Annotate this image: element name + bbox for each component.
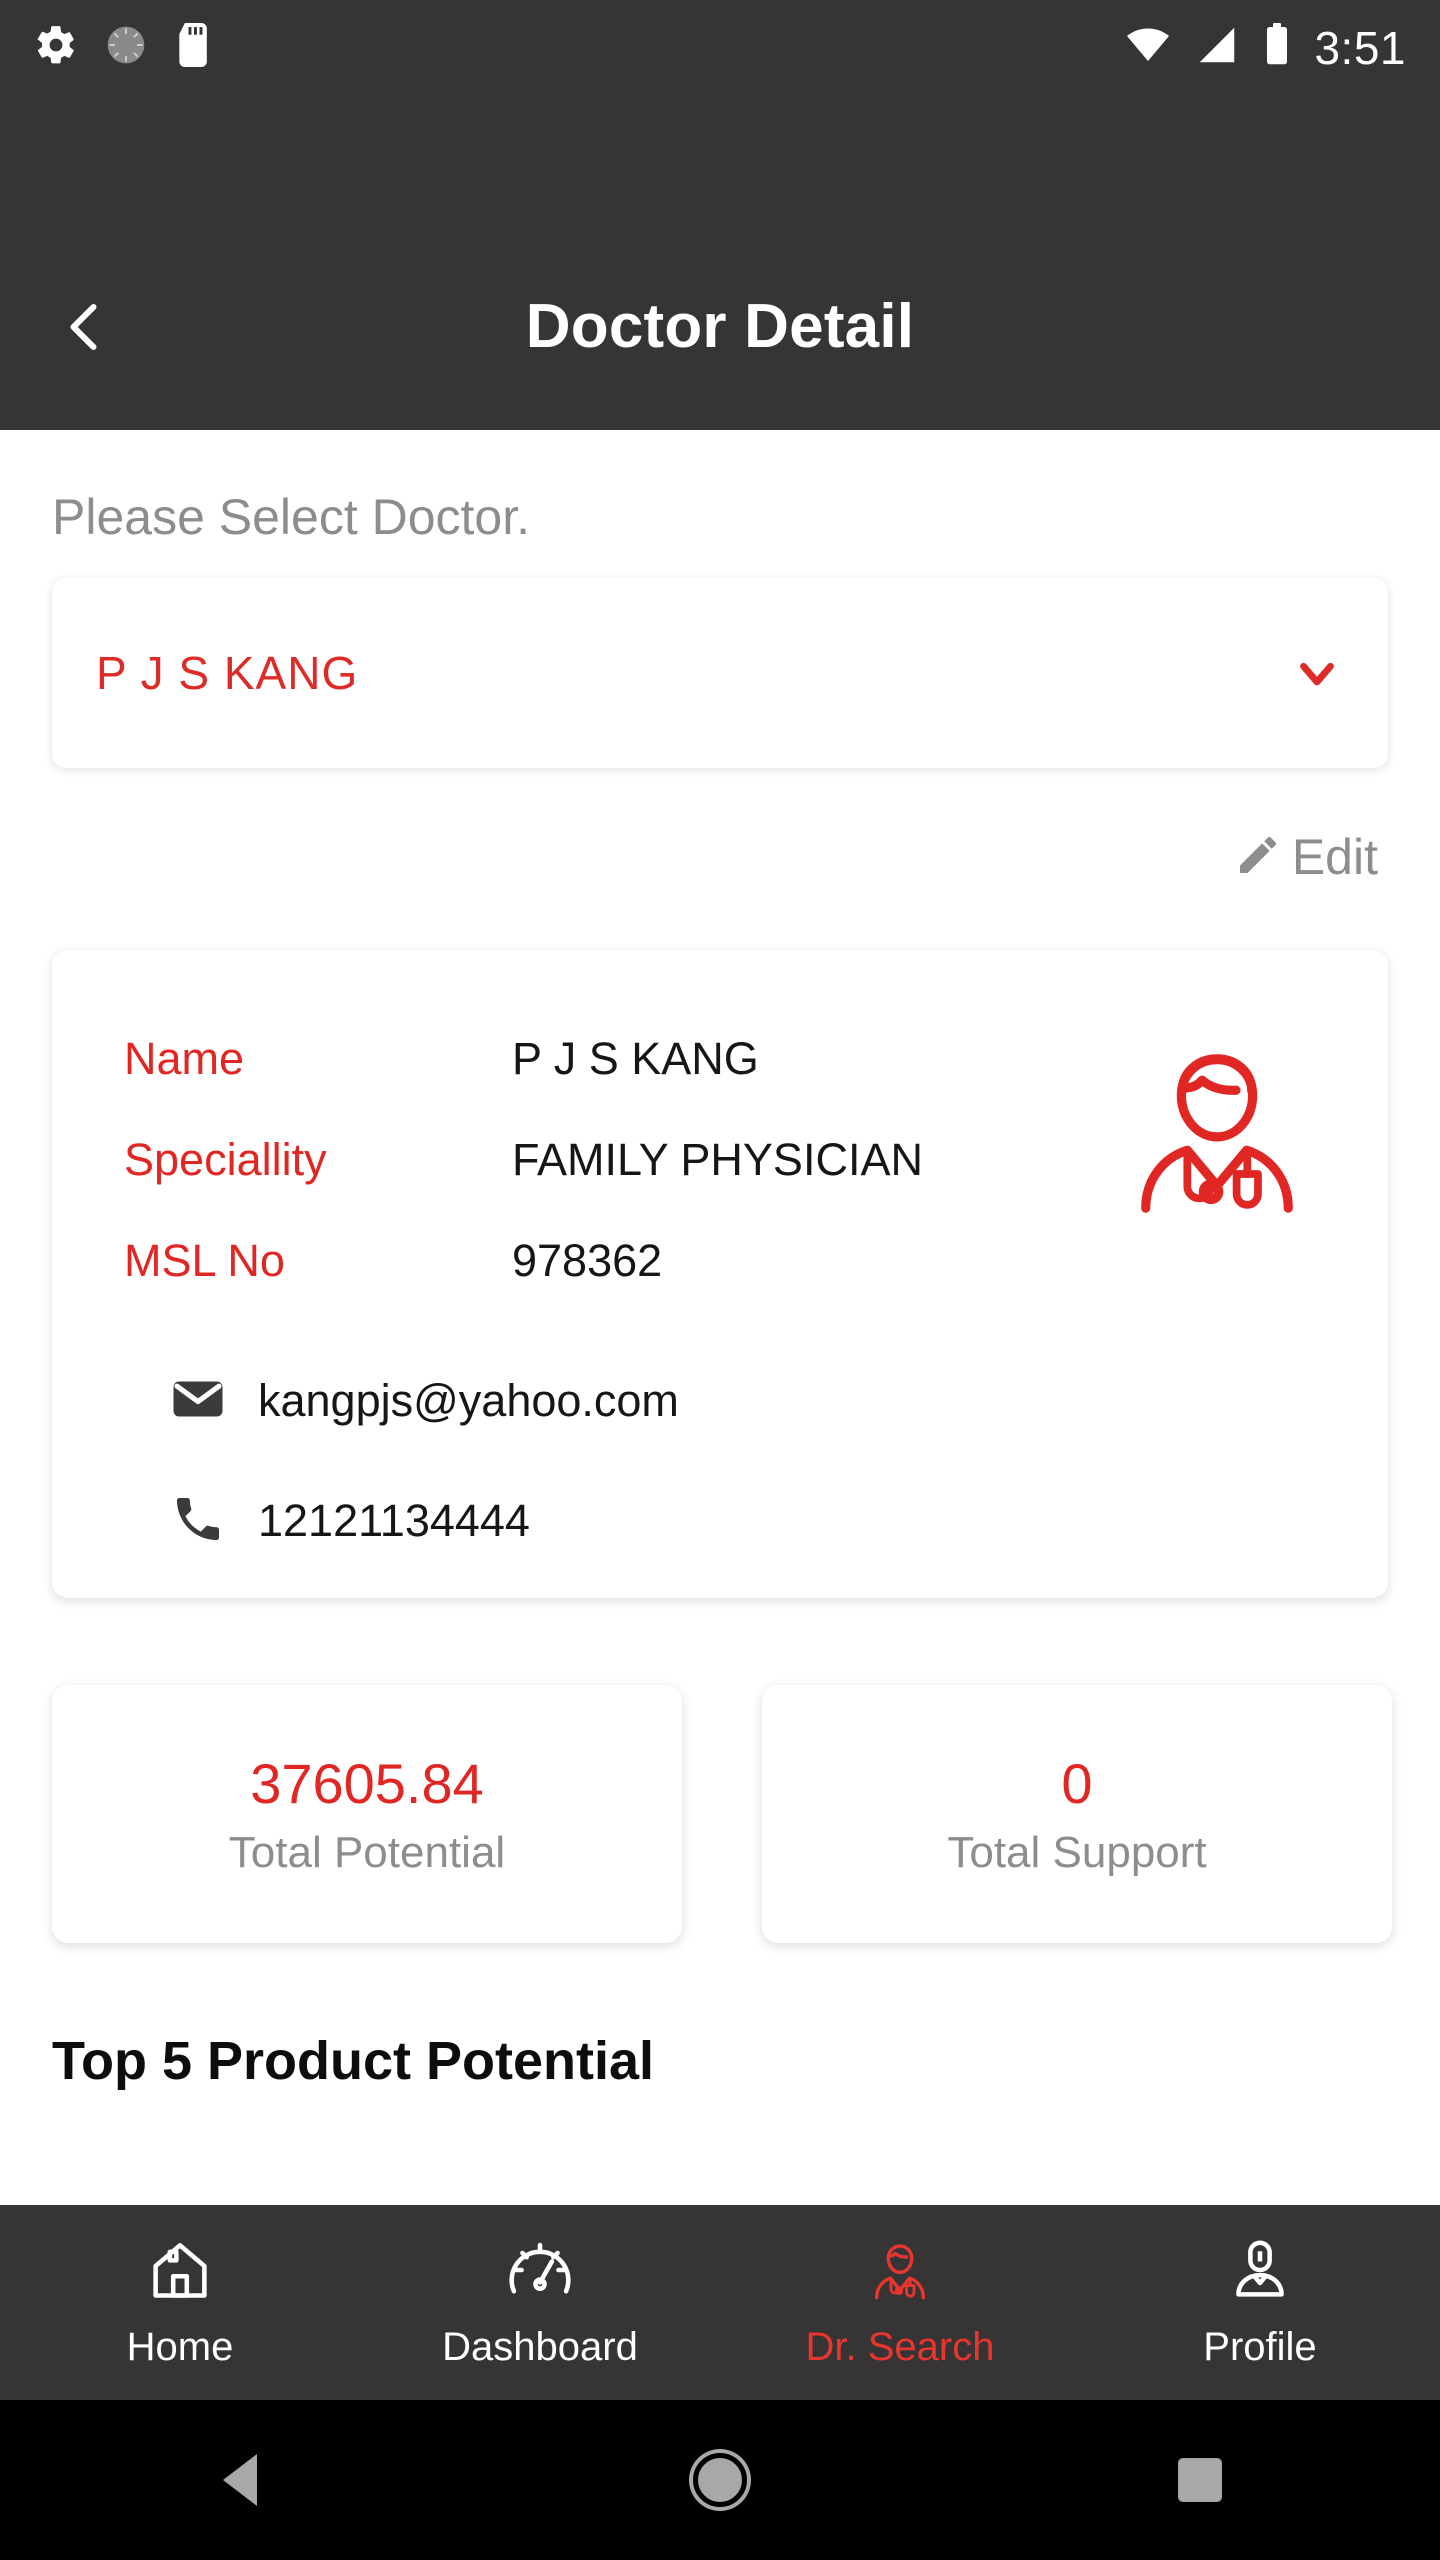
sync-progress-icon (104, 23, 148, 72)
edit-button-label: Edit (1291, 829, 1378, 885)
select-doctor-label: Please Select Doctor. (52, 489, 531, 545)
doctor-phone-row[interactable]: 12121134444 (52, 1461, 1388, 1581)
info-value: FAMILY PHYSICIAN (512, 1133, 923, 1185)
stat-card-total-potential[interactable]: 37605.84 Total Potential (52, 1685, 682, 1943)
android-recents-button[interactable] (960, 2458, 1440, 2502)
speedometer-icon (506, 2236, 574, 2309)
chevron-down-icon (1290, 646, 1344, 700)
wifi-icon (1124, 21, 1172, 74)
page-title: Doctor Detail (525, 292, 915, 361)
stat-card-total-support[interactable]: 0 Total Support (762, 1685, 1392, 1943)
person-icon (1226, 2236, 1294, 2309)
android-back-button[interactable] (0, 2454, 480, 2506)
pencil-icon (1234, 831, 1282, 884)
android-system-nav (0, 2400, 1440, 2560)
phone-icon (170, 1491, 226, 1552)
battery-icon (1262, 21, 1292, 74)
info-key: Speciallity (124, 1133, 327, 1185)
home-circle-icon (693, 2453, 747, 2507)
nav-item-label: Dr. Search (805, 2324, 995, 2369)
doctor-info-card: Name P J S KANG Speciallity FAMILY PHYSI… (52, 950, 1388, 1598)
doctor-select-dropdown[interactable]: P J S KANG (52, 578, 1388, 768)
stat-value: 37605.84 (250, 1751, 484, 1815)
nav-item-home[interactable]: Home (0, 2205, 360, 2400)
info-value: P J S KANG (512, 1032, 759, 1084)
doctor-phone: 12121134444 (258, 1495, 530, 1546)
doctor-avatar-icon (1122, 1030, 1312, 1225)
info-key: MSL No (124, 1234, 285, 1286)
cellular-signal-icon (1194, 22, 1240, 73)
doctor-email-row[interactable]: kangpjs@yahoo.com (52, 1341, 1388, 1461)
recents-square-icon (1178, 2458, 1222, 2502)
nav-item-profile[interactable]: Profile (1080, 2205, 1440, 2400)
status-bar: 3:51 (0, 0, 1440, 95)
home-icon (146, 2236, 214, 2309)
nav-item-label: Home (126, 2324, 234, 2369)
info-row-msl-no: MSL No 978362 (52, 1210, 1388, 1311)
main-content: Please Select Doctor. P J S KANG Edit Na… (0, 430, 1440, 2205)
app-bar: Doctor Detail (0, 95, 1440, 430)
section-title-top-products: Top 5 Product Potential (52, 2031, 655, 2091)
settings-gear-icon (34, 23, 78, 72)
stat-value: 0 (1061, 1751, 1093, 1815)
nav-item-dr-search[interactable]: Dr. Search (720, 2205, 1080, 2400)
nav-item-label: Profile (1203, 2324, 1317, 2369)
doctor-icon (866, 2236, 934, 2309)
stat-label: Total Support (947, 1827, 1207, 1877)
back-triangle-icon (223, 2454, 257, 2506)
android-home-button[interactable] (480, 2453, 960, 2507)
info-value: 978362 (512, 1234, 663, 1286)
sd-card-icon (174, 23, 214, 72)
envelope-icon (170, 1371, 226, 1432)
info-key: Name (124, 1032, 245, 1084)
stat-label: Total Potential (228, 1827, 506, 1877)
nav-item-dashboard[interactable]: Dashboard (360, 2205, 720, 2400)
app-screen: 3:51 Doctor Detail Please Select Doctor.… (0, 0, 1440, 2560)
nav-item-label: Dashboard (442, 2324, 638, 2369)
status-bar-clock: 3:51 (1314, 21, 1406, 74)
edit-button[interactable]: Edit (1234, 828, 1378, 886)
status-bar-left-icons (34, 23, 214, 72)
bottom-navigation-bar: Home Dashboard Dr. Search Profile (0, 2205, 1440, 2400)
doctor-email: kangpjs@yahoo.com (258, 1375, 679, 1426)
doctor-select-value: P J S KANG (96, 647, 359, 699)
status-bar-right-icons: 3:51 (1124, 21, 1406, 75)
